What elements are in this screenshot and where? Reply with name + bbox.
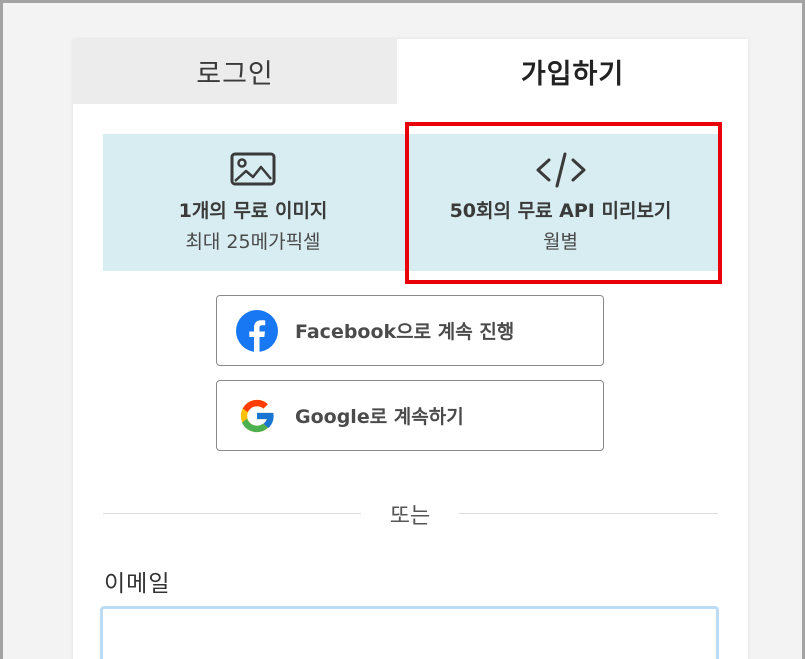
or-divider-text: 또는 bbox=[389, 504, 431, 529]
feature-free-api: 50회의 무료 API 미리보기 월별 bbox=[403, 134, 718, 271]
feature-title: 1개의 무료 이미지 bbox=[178, 200, 328, 222]
feature-subtitle: 월별 bbox=[543, 231, 578, 253]
google-icon bbox=[235, 394, 279, 438]
feature-banner: 1개의 무료 이미지 최대 25메가픽셀 50회의 무료 API 미리보기 월별 bbox=[103, 134, 718, 271]
tab-signup[interactable]: 가입하기 bbox=[397, 39, 748, 104]
facebook-login-button[interactable]: Facebook으로 계속 진행 bbox=[216, 295, 604, 366]
window-frame: 로그인 가입하기 1개의 무료 이미지 최대 25메가픽셀 50회의 무료 AP… bbox=[0, 0, 805, 659]
code-icon bbox=[403, 152, 718, 188]
divider-left bbox=[103, 513, 361, 514]
image-icon bbox=[103, 152, 403, 188]
tab-login[interactable]: 로그인 bbox=[73, 39, 397, 104]
feature-free-image: 1개의 무료 이미지 최대 25메가픽셀 bbox=[103, 134, 403, 271]
facebook-icon bbox=[235, 309, 279, 353]
google-login-button[interactable]: Google로 계속하기 bbox=[216, 380, 604, 451]
feature-subtitle: 최대 25메가픽셀 bbox=[185, 231, 321, 253]
auth-tabs: 로그인 가입하기 bbox=[73, 39, 748, 104]
divider-right bbox=[459, 513, 718, 514]
google-login-label: Google로 계속하기 bbox=[295, 406, 464, 428]
email-input[interactable] bbox=[100, 606, 719, 659]
feature-title: 50회의 무료 API 미리보기 bbox=[449, 200, 672, 222]
signup-card: 로그인 가입하기 1개의 무료 이미지 최대 25메가픽셀 50회의 무료 AP… bbox=[73, 39, 748, 659]
email-label: 이메일 bbox=[104, 571, 171, 597]
facebook-login-label: Facebook으로 계속 진행 bbox=[295, 321, 515, 343]
